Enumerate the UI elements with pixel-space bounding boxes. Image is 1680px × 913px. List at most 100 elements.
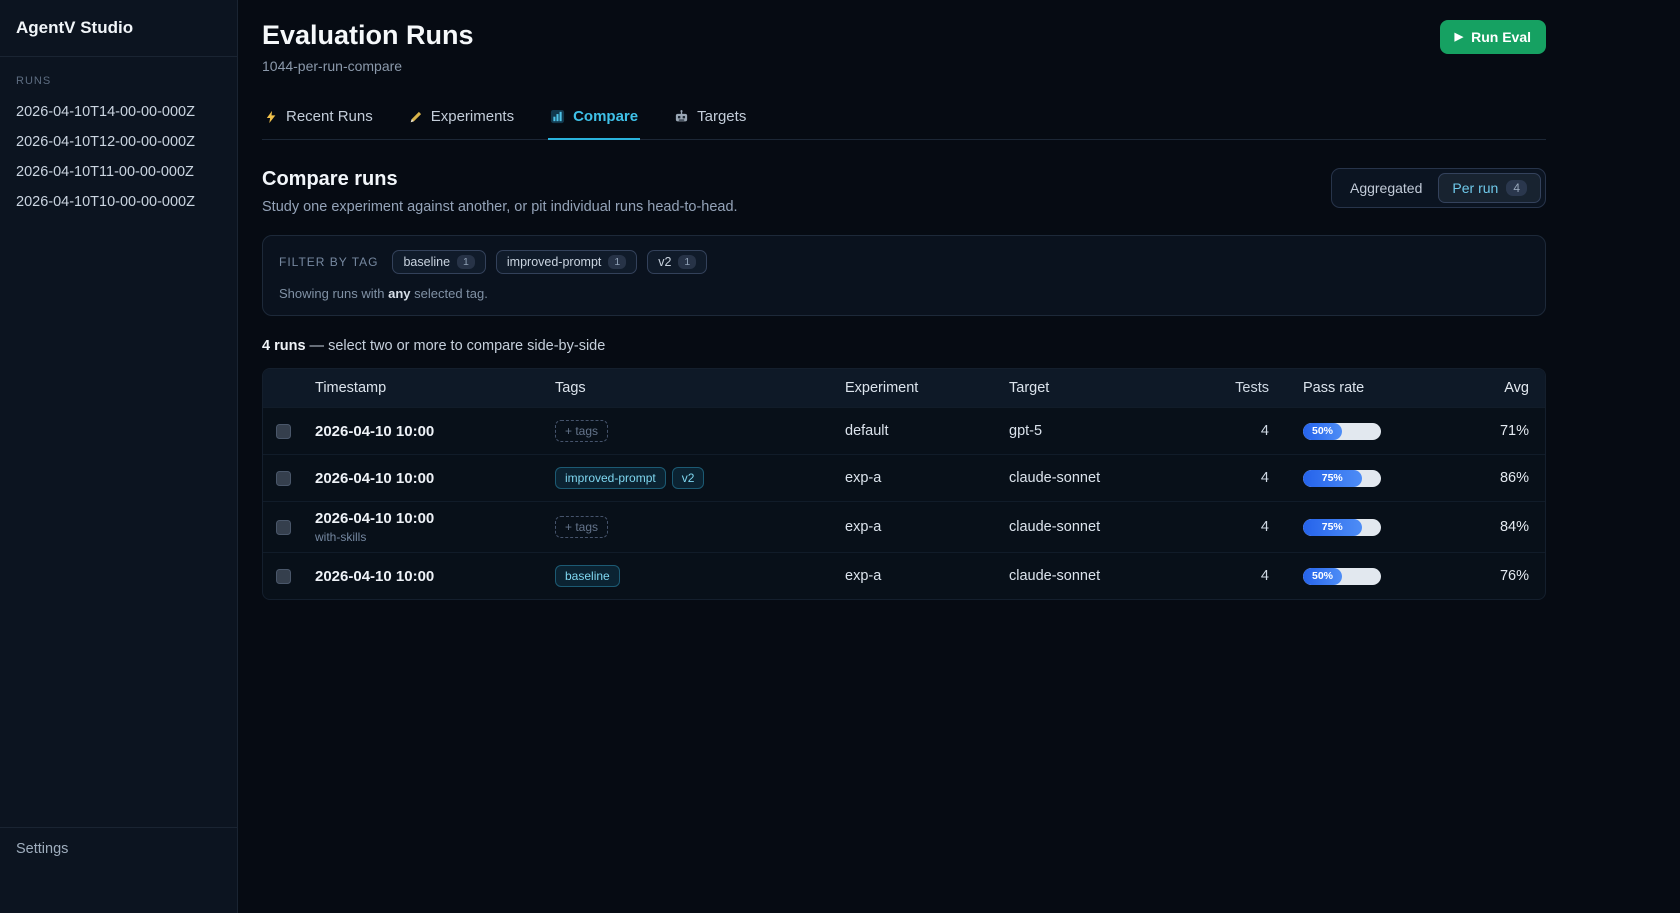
table-row[interactable]: 2026-04-10 10:00 + tags default gpt-5 4 …: [263, 407, 1545, 454]
tab-bar: Recent Runs Experiments Compare Targets: [262, 98, 1546, 140]
filter-tag-v2[interactable]: v2 1: [647, 250, 707, 274]
run-timestamp: 2026-04-10 10:00: [315, 470, 555, 487]
lightning-icon: [264, 110, 278, 124]
run-tests: 4: [1221, 568, 1277, 584]
pass-rate-label: 50%: [1312, 425, 1333, 437]
sidebar-run-item[interactable]: 2026-04-10T12-00-00-000Z: [0, 127, 237, 157]
tab-recent-runs[interactable]: Recent Runs: [262, 98, 375, 140]
tag-count-badge: 1: [457, 255, 475, 269]
pass-rate-label: 50%: [1312, 570, 1333, 582]
run-avg: 86%: [1445, 470, 1545, 486]
view-mode-toggle: Aggregated Per run 4: [1331, 168, 1546, 208]
table-row[interactable]: 2026-04-10 10:00 improved-prompt v2 exp-…: [263, 454, 1545, 501]
run-target: claude-sonnet: [1009, 470, 1221, 486]
runs-section-label: RUNS: [0, 57, 237, 97]
sidebar-header: AgentV Studio: [0, 0, 237, 57]
tag-count-badge: 1: [608, 255, 626, 269]
tag-count-badge: 1: [678, 255, 696, 269]
pass-rate-label: 75%: [1322, 472, 1343, 484]
pass-rate-label: 75%: [1322, 521, 1343, 533]
pencil-icon: [409, 110, 423, 124]
col-timestamp: Timestamp: [315, 380, 555, 396]
run-timestamp: 2026-04-10 10:00: [315, 568, 555, 585]
run-target: claude-sonnet: [1009, 568, 1221, 584]
run-tests: 4: [1221, 470, 1277, 486]
filter-tag-improved-prompt[interactable]: improved-prompt 1: [496, 250, 637, 274]
run-tag-chip[interactable]: improved-prompt: [555, 467, 666, 489]
play-icon: ▶: [1455, 32, 1463, 43]
row-checkbox[interactable]: [276, 520, 291, 535]
filter-tag-baseline[interactable]: baseline 1: [392, 250, 485, 274]
tag-label: baseline: [403, 255, 450, 269]
col-tags: Tags: [555, 380, 845, 396]
run-avg: 71%: [1445, 423, 1545, 439]
page-title: Evaluation Runs: [262, 20, 474, 51]
filter-caption: Showing runs with any selected tag.: [279, 286, 1529, 301]
col-avg: Avg: [1445, 380, 1545, 396]
add-tags-button[interactable]: + tags: [555, 516, 608, 538]
sidebar-run-item[interactable]: 2026-04-10T11-00-00-000Z: [0, 157, 237, 187]
sidebar-footer: Settings: [0, 827, 237, 913]
runs-summary: 4 runs — select two or more to compare s…: [262, 338, 1546, 354]
tag-label: v2: [658, 255, 671, 269]
table-header-row: Timestamp Tags Experiment Target Tests P…: [263, 369, 1545, 407]
per-run-label: Per run: [1452, 180, 1498, 196]
page-subtitle: 1044-per-run-compare: [262, 58, 474, 74]
sidebar-run-item[interactable]: 2026-04-10T14-00-00-000Z: [0, 97, 237, 127]
bar-chart-icon: [550, 109, 565, 124]
run-experiment: exp-a: [845, 470, 1009, 486]
filter-panel: FILTER BY TAG baseline 1 improved-prompt…: [262, 235, 1546, 316]
filter-by-tag-label: FILTER BY TAG: [279, 255, 378, 269]
tag-label: improved-prompt: [507, 255, 601, 269]
compare-runs-heading: Compare runs: [262, 168, 738, 191]
col-target: Target: [1009, 380, 1221, 396]
main-area: Evaluation Runs 1044-per-run-compare ▶ R…: [238, 0, 1680, 913]
tab-targets[interactable]: Targets: [672, 98, 748, 140]
row-checkbox[interactable]: [276, 569, 291, 584]
robot-icon: [674, 109, 689, 124]
col-experiment: Experiment: [845, 380, 1009, 396]
run-avg: 76%: [1445, 568, 1545, 584]
runs-table: Timestamp Tags Experiment Target Tests P…: [262, 368, 1546, 600]
sidebar: AgentV Studio RUNS 2026-04-10T14-00-00-0…: [0, 0, 238, 913]
per-run-toggle-button[interactable]: Per run 4: [1438, 173, 1541, 203]
sidebar-item-settings[interactable]: Settings: [16, 841, 221, 857]
run-experiment: default: [845, 423, 1009, 439]
compare-runs-description: Study one experiment against another, or…: [262, 199, 738, 215]
tab-experiments[interactable]: Experiments: [407, 98, 516, 140]
tab-label: Recent Runs: [286, 108, 373, 125]
per-run-count-badge: 4: [1506, 180, 1527, 196]
run-eval-label: Run Eval: [1471, 29, 1531, 45]
pass-rate-bar: 75%: [1277, 470, 1445, 487]
run-timestamp: 2026-04-10 10:00: [315, 423, 555, 440]
run-subtitle: with-skills: [315, 530, 555, 544]
run-experiment: exp-a: [845, 568, 1009, 584]
row-checkbox[interactable]: [276, 424, 291, 439]
col-tests: Tests: [1221, 380, 1277, 396]
run-tests: 4: [1221, 423, 1277, 439]
tab-compare[interactable]: Compare: [548, 98, 640, 140]
run-tests: 4: [1221, 519, 1277, 535]
col-pass-rate: Pass rate: [1277, 380, 1445, 396]
table-row[interactable]: 2026-04-10 10:00 baseline exp-a claude-s…: [263, 552, 1545, 599]
table-row[interactable]: 2026-04-10 10:00 with-skills + tags exp-…: [263, 501, 1545, 552]
pass-rate-bar: 75%: [1277, 519, 1445, 536]
run-target: claude-sonnet: [1009, 519, 1221, 535]
run-target: gpt-5: [1009, 423, 1221, 439]
aggregated-toggle-button[interactable]: Aggregated: [1336, 173, 1436, 203]
run-tag-chip[interactable]: v2: [672, 467, 705, 489]
pass-rate-bar: 50%: [1277, 423, 1445, 440]
tab-label: Targets: [697, 108, 746, 125]
tab-label: Compare: [573, 108, 638, 125]
run-experiment: exp-a: [845, 519, 1009, 535]
run-avg: 84%: [1445, 519, 1545, 535]
runs-nav: 2026-04-10T14-00-00-000Z 2026-04-10T12-0…: [0, 97, 237, 217]
run-tag-chip[interactable]: baseline: [555, 565, 620, 587]
pass-rate-bar: 50%: [1277, 568, 1445, 585]
app-title: AgentV Studio: [16, 18, 221, 38]
add-tags-button[interactable]: + tags: [555, 420, 608, 442]
run-eval-button[interactable]: ▶ Run Eval: [1440, 20, 1546, 54]
tab-label: Experiments: [431, 108, 514, 125]
row-checkbox[interactable]: [276, 471, 291, 486]
sidebar-run-item[interactable]: 2026-04-10T10-00-00-000Z: [0, 187, 237, 217]
